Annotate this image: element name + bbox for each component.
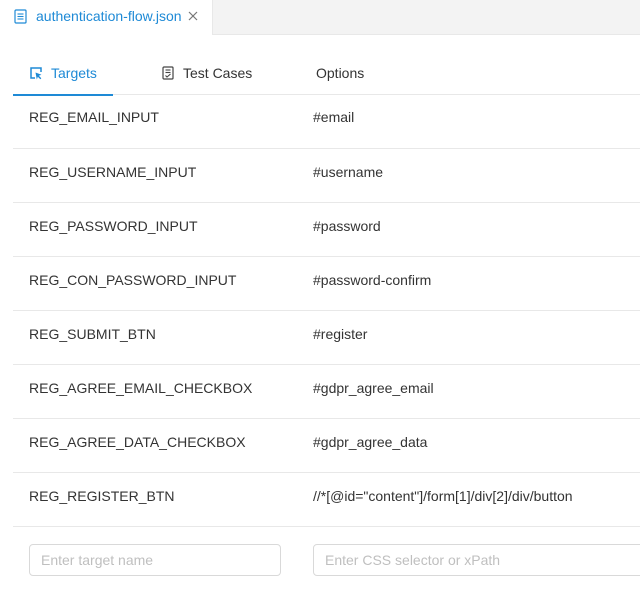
target-name: REG_SUBMIT_BTN <box>29 326 156 342</box>
target-name: REG_USERNAME_INPUT <box>29 164 197 180</box>
test-cases-icon <box>162 66 174 80</box>
table-row[interactable]: REG_REGISTER_BTN //*[@id="content"]/form… <box>13 473 640 527</box>
target-selector: #password-confirm <box>313 272 432 288</box>
table-row[interactable]: REG_EMAIL_INPUT #email <box>13 95 640 149</box>
file-icon <box>14 9 27 24</box>
target-name: REG_CON_PASSWORD_INPUT <box>29 272 237 288</box>
target-name: REG_PASSWORD_INPUT <box>29 218 198 234</box>
target-selector: #gdpr_agree_email <box>313 380 434 396</box>
tab-targets-label: Targets <box>51 65 97 81</box>
target-selector: //*[@id="content"]/form[1]/div[2]/div/bu… <box>313 488 573 504</box>
targets-table: REG_EMAIL_INPUT #email REG_USERNAME_INPU… <box>13 95 640 527</box>
target-name: REG_AGREE_EMAIL_CHECKBOX <box>29 380 253 396</box>
target-selector: #gdpr_agree_data <box>313 434 428 450</box>
target-selector: #email <box>313 109 355 125</box>
target-selector: #username <box>313 164 384 180</box>
table-row[interactable]: REG_PASSWORD_INPUT #password <box>13 203 640 257</box>
target-name: REG_EMAIL_INPUT <box>29 109 159 125</box>
tab-targets[interactable]: Targets <box>13 53 113 96</box>
table-row[interactable]: REG_SUBMIT_BTN #register <box>13 311 640 365</box>
target-name-input[interactable] <box>29 544 281 576</box>
table-row[interactable]: REG_CON_PASSWORD_INPUT #password-confirm <box>13 257 640 311</box>
section-tabs: Targets Test Cases Options <box>13 53 640 96</box>
target-icon <box>30 67 42 80</box>
close-icon[interactable] <box>187 10 199 22</box>
file-tab[interactable]: authentication-flow.json <box>0 0 213 35</box>
target-selector-input[interactable] <box>313 544 640 576</box>
target-name: REG_AGREE_DATA_CHECKBOX <box>29 434 246 450</box>
tab-options-label: Options <box>316 65 365 81</box>
tab-options[interactable]: Options <box>303 53 383 94</box>
target-selector: #register <box>313 326 368 342</box>
target-name: REG_REGISTER_BTN <box>29 488 175 504</box>
file-tab-label: authentication-flow.json <box>36 8 182 24</box>
file-tab-bar: authentication-flow.json <box>0 0 640 35</box>
table-row[interactable]: REG_AGREE_DATA_CHECKBOX #gdpr_agree_data <box>13 419 640 473</box>
table-row[interactable]: REG_AGREE_EMAIL_CHECKBOX #gdpr_agree_ema… <box>13 365 640 419</box>
target-selector: #password <box>313 218 381 234</box>
tab-test-cases-label: Test Cases <box>183 65 253 81</box>
table-row[interactable]: REG_USERNAME_INPUT #username <box>13 149 640 203</box>
tab-test-cases[interactable]: Test Cases <box>153 53 273 94</box>
